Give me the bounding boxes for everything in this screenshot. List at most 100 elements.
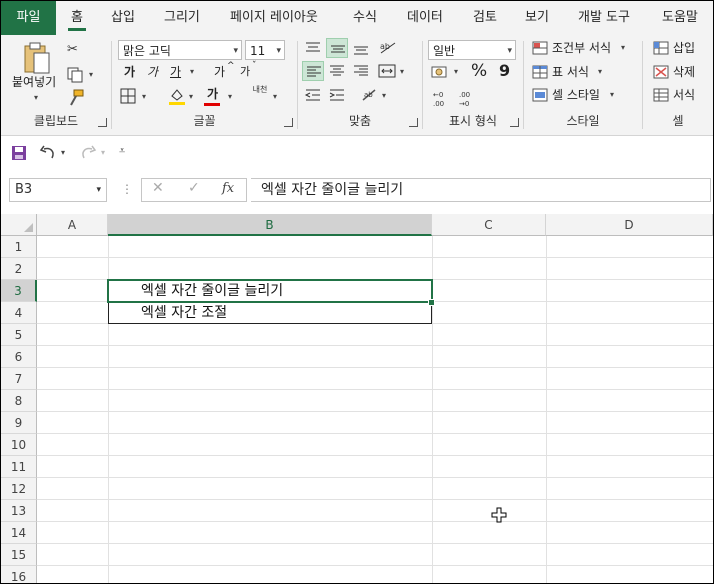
redo-icon[interactable] bbox=[79, 145, 97, 161]
bold-button[interactable]: 가 bbox=[124, 63, 135, 81]
fill-handle[interactable] bbox=[428, 299, 435, 306]
insert-function-icon[interactable]: fx bbox=[222, 181, 234, 196]
align-left-button[interactable] bbox=[302, 61, 324, 81]
column-header-d[interactable]: D bbox=[546, 214, 713, 236]
currency-icon[interactable] bbox=[431, 65, 449, 79]
copy-dropdown-icon[interactable]: ▾ bbox=[89, 70, 93, 79]
orientation-dropdown-icon[interactable]: ▾ bbox=[382, 91, 386, 100]
alignment-launcher-icon[interactable] bbox=[409, 118, 418, 127]
formula-input[interactable]: 엑셀 자간 줄이글 늘리기 bbox=[251, 178, 711, 202]
tab-home[interactable]: 홈 bbox=[68, 1, 86, 35]
undo-icon[interactable] bbox=[39, 145, 57, 161]
format-painter-icon[interactable] bbox=[67, 89, 85, 107]
borders-icon[interactable] bbox=[120, 88, 136, 104]
paste-icon[interactable] bbox=[23, 41, 51, 75]
format-cells-icon[interactable] bbox=[653, 88, 669, 102]
shrink-font-button[interactable]: 가 bbox=[240, 63, 250, 81]
tab-view[interactable]: 보기 bbox=[525, 1, 549, 35]
row-header-2[interactable]: 2 bbox=[1, 258, 37, 280]
select-all-button[interactable] bbox=[1, 214, 37, 236]
cell-styles-button[interactable]: 셀 스타일 bbox=[552, 86, 600, 104]
tab-formulas[interactable]: 수식 bbox=[353, 1, 377, 35]
font-launcher-icon[interactable] bbox=[284, 118, 293, 127]
tab-review[interactable]: 검토 bbox=[473, 1, 497, 35]
tab-page-layout[interactable]: 페이지 레이아웃 bbox=[230, 1, 318, 35]
underline-button[interactable]: 가 bbox=[170, 63, 181, 81]
align-right-icon[interactable] bbox=[352, 63, 370, 79]
row-header-3[interactable]: 3 bbox=[1, 280, 37, 302]
orientation-icon[interactable]: ab bbox=[378, 39, 398, 57]
row-header-13[interactable]: 13 bbox=[1, 500, 37, 522]
paste-label[interactable]: 붙여넣기 bbox=[12, 73, 56, 91]
row-header-11[interactable]: 11 bbox=[1, 456, 37, 478]
comma-style-button[interactable]: 9 bbox=[499, 62, 510, 80]
number-launcher-icon[interactable] bbox=[510, 118, 519, 127]
row-header-5[interactable]: 5 bbox=[1, 324, 37, 346]
copy-icon[interactable] bbox=[67, 67, 85, 83]
insert-cells-icon[interactable] bbox=[653, 41, 669, 55]
cut-icon[interactable]: ✂ bbox=[67, 41, 78, 59]
underline-dropdown-icon[interactable]: ▾ bbox=[190, 67, 194, 76]
font-color-dropdown-icon[interactable]: ▾ bbox=[228, 92, 232, 101]
column-header-c[interactable]: C bbox=[432, 214, 546, 236]
row-header-4[interactable]: 4 bbox=[1, 302, 37, 324]
increase-decimal-icon[interactable]: ←0 .00 bbox=[431, 88, 453, 108]
font-size-select[interactable]: 11 ▾ bbox=[245, 40, 285, 60]
cancel-icon[interactable]: ✕ bbox=[152, 180, 164, 196]
text-orientation-icon[interactable]: ab bbox=[360, 87, 378, 103]
paste-dropdown-icon[interactable]: ▾ bbox=[34, 93, 38, 102]
format-cells-button[interactable]: 서식 bbox=[673, 86, 695, 104]
row-header-6[interactable]: 6 bbox=[1, 346, 37, 368]
undo-dropdown-icon[interactable]: ▾ bbox=[61, 148, 65, 157]
redo-dropdown-icon[interactable]: ▾ bbox=[101, 148, 105, 157]
delete-cells-button[interactable]: 삭제 bbox=[673, 63, 695, 81]
row-header-7[interactable]: 7 bbox=[1, 368, 37, 390]
fill-color-icon[interactable] bbox=[168, 87, 186, 105]
row-header-8[interactable]: 8 bbox=[1, 390, 37, 412]
cell-styles-dropdown-icon[interactable]: ▾ bbox=[610, 90, 614, 99]
name-box[interactable]: B3 ▾ bbox=[9, 178, 107, 202]
conditional-formatting-icon[interactable] bbox=[532, 41, 548, 55]
font-color-button[interactable]: 가 bbox=[207, 85, 218, 103]
align-center-icon[interactable] bbox=[328, 63, 346, 79]
row-header-9[interactable]: 9 bbox=[1, 412, 37, 434]
format-as-table-icon[interactable] bbox=[532, 65, 548, 79]
tab-insert[interactable]: 삽입 bbox=[111, 1, 135, 35]
column-header-b[interactable]: B bbox=[108, 214, 432, 236]
number-format-select[interactable]: 일반 ▾ bbox=[428, 40, 516, 60]
row-header-12[interactable]: 12 bbox=[1, 478, 37, 500]
tab-draw[interactable]: 그리기 bbox=[164, 1, 200, 35]
cell-b3[interactable]: 엑셀 자간 줄이글 늘리기 bbox=[141, 280, 283, 302]
column-header-a[interactable]: A bbox=[37, 214, 108, 236]
italic-button[interactable]: 가 bbox=[147, 63, 158, 81]
currency-dropdown-icon[interactable]: ▾ bbox=[454, 67, 458, 76]
enter-icon[interactable]: ✓ bbox=[188, 180, 200, 196]
cell-styles-icon[interactable] bbox=[532, 88, 548, 102]
bottom-align-icon[interactable] bbox=[352, 40, 370, 56]
middle-align-button[interactable] bbox=[326, 38, 348, 58]
delete-cells-icon[interactable] bbox=[653, 65, 669, 79]
conditional-formatting-button[interactable]: 조건부 서식 bbox=[552, 39, 611, 57]
save-icon[interactable] bbox=[11, 145, 27, 161]
row-header-1[interactable]: 1 bbox=[1, 236, 37, 258]
tab-help[interactable]: 도움말 bbox=[662, 1, 698, 35]
merge-center-icon[interactable] bbox=[378, 63, 396, 79]
decrease-decimal-icon[interactable]: .00 →0 bbox=[457, 88, 479, 108]
row-header-10[interactable]: 10 bbox=[1, 434, 37, 456]
grow-font-button[interactable]: 가 bbox=[214, 63, 225, 81]
font-name-select[interactable]: 맑은 고딕 ▾ bbox=[118, 40, 242, 60]
phonetic-dropdown-icon[interactable]: ▾ bbox=[273, 92, 277, 101]
tab-data[interactable]: 데이터 bbox=[407, 1, 443, 35]
tab-developer[interactable]: 개발 도구 bbox=[578, 1, 630, 35]
fill-color-dropdown-icon[interactable]: ▾ bbox=[189, 92, 193, 101]
top-align-icon[interactable] bbox=[304, 40, 322, 56]
row-header-16[interactable]: 16 bbox=[1, 566, 37, 583]
decrease-indent-icon[interactable] bbox=[304, 87, 322, 103]
row-header-14[interactable]: 14 bbox=[1, 522, 37, 544]
format-as-table-button[interactable]: 표 서식 bbox=[552, 63, 589, 81]
tab-file[interactable]: 파일 bbox=[1, 1, 56, 35]
conditional-dropdown-icon[interactable]: ▾ bbox=[621, 43, 625, 52]
merge-dropdown-icon[interactable]: ▾ bbox=[400, 67, 404, 76]
percent-button[interactable]: % bbox=[471, 62, 487, 80]
phonetic-button[interactable]: 내천 bbox=[250, 85, 270, 94]
